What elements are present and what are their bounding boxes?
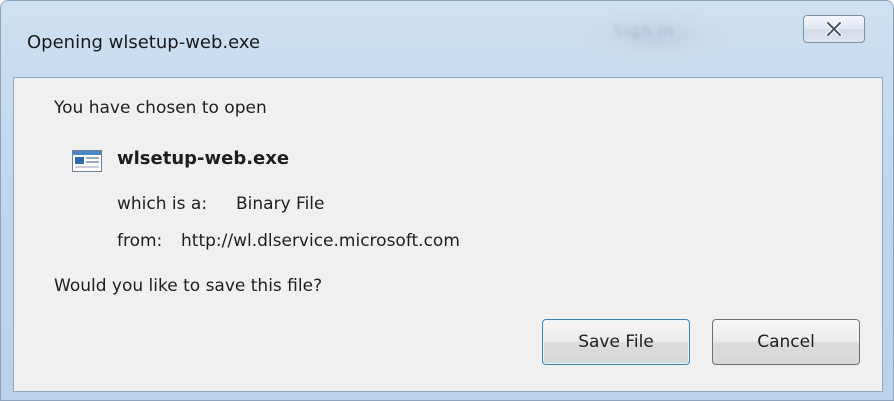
window-title: Opening wlsetup-web.exe (27, 32, 261, 53)
application-file-icon (72, 150, 102, 172)
cancel-button[interactable]: Cancel (712, 319, 860, 365)
file-type-label: which is a: (117, 194, 208, 214)
file-source-label: from: (117, 231, 163, 251)
title-bar[interactable]: Opening wlsetup-web.exe (1, 1, 893, 81)
file-type-value: Binary File (236, 194, 325, 214)
close-icon (826, 22, 842, 36)
download-dialog-window: Sign in Opening wlsetup-web.exe You have… (0, 0, 894, 401)
dialog-body: You have chosen to open wlsetup-web.exe … (13, 77, 883, 392)
save-file-button[interactable]: Save File (542, 319, 690, 365)
intro-text: You have chosen to open (54, 98, 267, 118)
file-source-value: http://wl.dlservice.microsoft.com (181, 231, 460, 251)
close-button[interactable] (803, 15, 865, 43)
file-name: wlsetup-web.exe (117, 148, 290, 169)
save-question: Would you like to save this file? (54, 276, 323, 296)
